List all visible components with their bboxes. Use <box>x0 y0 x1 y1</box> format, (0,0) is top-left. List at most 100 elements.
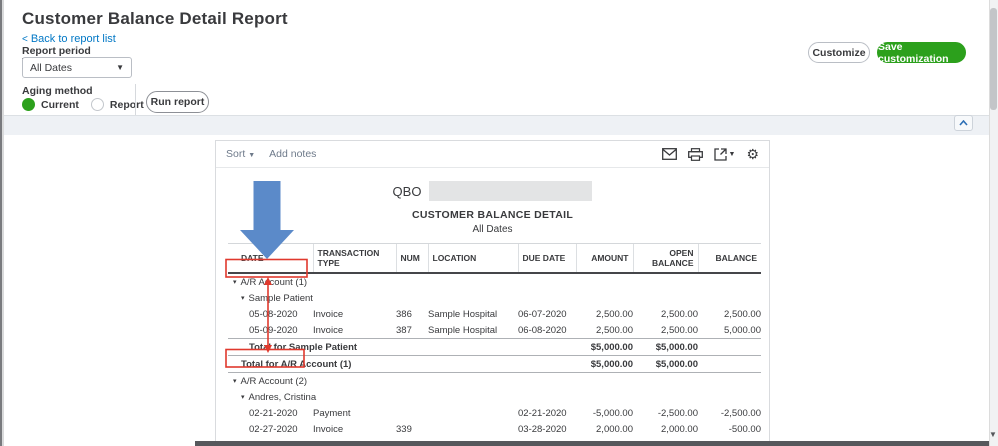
cell-due-date: 02-21-2020 <box>518 407 567 419</box>
cell-due-date: 03-28-2020 <box>518 423 567 435</box>
cell-open-balance: 2,500.00 <box>661 324 698 336</box>
cell-num <box>396 405 428 421</box>
chevron-down-icon: ▼ <box>728 150 736 158</box>
transaction-row[interactable]: 02-27-2020 Invoice 339 03-28-2020 2,000.00 2,… <box>228 421 761 437</box>
save-customization-button[interactable]: Save customization <box>877 41 966 65</box>
cell-date: 02-21-2020 <box>249 407 298 419</box>
company-prefix: QBO <box>392 183 422 199</box>
cell-due-date: 06-08-2020 <box>518 324 567 336</box>
group-row-a-r-account-1-[interactable]: ▾ A/R Account (1) <box>228 273 761 290</box>
collapse-caret-icon[interactable]: ▾ <box>233 378 237 385</box>
total-balance <box>698 355 761 373</box>
add-notes-link[interactable]: Add notes <box>269 148 316 160</box>
cell-location: Sample Hospital <box>428 308 498 320</box>
settings-gear-icon[interactable]: ⚙ <box>746 147 759 161</box>
bottom-scroll-strip <box>195 441 989 446</box>
chevron-down-icon: ▼ <box>116 63 124 72</box>
transaction-row[interactable]: 05-09-2020 Invoice 387 Sample Hospital 06-08… <box>228 322 761 339</box>
cell-balance: 2,500.00 <box>724 308 761 320</box>
report-table: DATE TRANSACTION TYPE NUM LOCATION DUE D… <box>228 243 761 446</box>
collapse-caret-icon[interactable]: ▾ <box>241 295 245 302</box>
collapse-panel-button[interactable] <box>954 115 973 131</box>
cell-location: Sample Hospital <box>428 324 498 336</box>
col-transaction-type: TRANSACTION TYPE <box>312 243 396 274</box>
export-icon[interactable]: ▼ <box>713 147 736 161</box>
customer-row-andres-cristina[interactable]: ▾ Andres, Cristina <box>228 389 761 405</box>
cell-location <box>428 405 518 421</box>
report-period-select[interactable]: All Dates ▼ <box>22 57 132 78</box>
transaction-row[interactable]: 05-08-2020 Invoice 386 Sample Hospital 06-07… <box>228 306 761 322</box>
cell-open-balance: 2,000.00 <box>661 423 698 435</box>
cell-due-date: 06-07-2020 <box>518 308 567 320</box>
radio-current[interactable] <box>22 98 35 111</box>
col-date: DATE <box>228 243 313 274</box>
cell-open-balance: -2,500.00 <box>657 407 698 419</box>
report-header: QBO CUSTOMER BALANCE DETAIL All Dates <box>216 181 769 235</box>
divider <box>135 84 136 118</box>
cell-transaction-type: Invoice <box>313 308 344 320</box>
report-subtitle: All Dates <box>472 224 513 235</box>
cell-amount: 2,000.00 <box>596 423 633 435</box>
col-balance: BALANCE <box>697 243 761 274</box>
cell-date: 05-09-2020 <box>249 324 298 336</box>
cell-num: 339 <box>396 423 412 435</box>
aging-method-label: Aging method <box>22 85 93 97</box>
cell-open-balance: 2,500.00 <box>661 308 698 320</box>
back-link-label: Back to report list <box>30 33 116 45</box>
cell-transaction-type: Invoice <box>313 423 344 435</box>
cell-balance: -2,500.00 <box>720 407 761 419</box>
cell-amount: 2,500.00 <box>596 308 633 320</box>
col-num: NUM <box>395 243 428 274</box>
print-icon[interactable] <box>687 147 703 161</box>
collapse-strip <box>4 115 989 135</box>
report-card: Sort ▼ Add notes ▼ ⚙ QBO CUSTOMER BALANC… <box>215 140 770 446</box>
vertical-scrollbar[interactable]: ▼ <box>989 0 998 446</box>
report-title: CUSTOMER BALANCE DETAIL <box>411 209 574 221</box>
cell-transaction-type: Invoice <box>313 324 344 336</box>
col-location: LOCATION <box>427 243 518 274</box>
cell-date: 02-27-2020 <box>249 423 298 435</box>
chevron-up-icon <box>959 120 968 126</box>
total-amount: $5,000.00 <box>576 355 633 373</box>
collapse-caret-icon[interactable]: ▾ <box>233 279 237 286</box>
row-label: A/R Account (1) <box>240 276 308 288</box>
row-label: Sample Patient <box>248 292 313 304</box>
sort-dropdown[interactable]: Sort ▼ <box>226 148 255 160</box>
window-edge-inner <box>2 0 4 446</box>
email-icon[interactable] <box>661 148 677 160</box>
cell-amount: 2,500.00 <box>596 324 633 336</box>
back-to-report-list-link[interactable]: < Back to report list <box>22 33 116 45</box>
total-row: Total for A/R Account (1) $5,000.00 $5,000… <box>228 355 761 373</box>
customer-row-sample-patient[interactable]: ▾ Sample Patient <box>228 290 761 306</box>
row-label: A/R Account (2) <box>240 375 308 387</box>
scrollbar-down-arrow[interactable]: ▼ <box>989 430 997 440</box>
total-label: Total for A/R Account (1) <box>228 355 576 373</box>
cell-amount: -5,000.00 <box>592 407 633 419</box>
report-toolbar: Sort ▼ Add notes ▼ ⚙ <box>216 141 769 168</box>
cell-num: 386 <box>396 308 412 320</box>
total-open-balance: $5,000.00 <box>633 338 698 356</box>
group-row-a-r-account-2-[interactable]: ▾ A/R Account (2) <box>228 373 761 390</box>
page-title: Customer Balance Detail Report <box>22 9 288 28</box>
radio-current-label[interactable]: Current <box>41 99 79 111</box>
company-name-redaction-box <box>429 181 593 201</box>
toolbar-icons: ▼ ⚙ <box>661 147 759 161</box>
collapse-caret-icon[interactable]: ▾ <box>241 394 245 401</box>
chevron-down-icon: ▼ <box>248 152 256 159</box>
cell-balance: 5,000.00 <box>724 324 761 336</box>
run-report-button[interactable]: Run report <box>146 91 209 113</box>
customize-button[interactable]: Customize <box>808 42 870 63</box>
cell-num: 387 <box>396 324 412 336</box>
total-amount: $5,000.00 <box>576 338 633 356</box>
cell-date: 05-08-2020 <box>249 308 298 320</box>
back-chevron-icon: < <box>22 34 28 45</box>
cell-transaction-type: Payment <box>313 407 351 419</box>
col-due-date: DUE DATE <box>517 243 576 274</box>
total-label: Total for Sample Patient <box>228 338 576 356</box>
transaction-row[interactable]: 02-21-2020 Payment 02-21-2020 -5,000.00 -2,5… <box>228 405 761 421</box>
scrollbar-thumb[interactable] <box>990 8 997 110</box>
row-label: Andres, Cristina <box>248 391 317 403</box>
col-open-balance: OPEN BALANCE <box>632 243 698 274</box>
cell-balance: -500.00 <box>728 423 761 435</box>
radio-report-date[interactable] <box>90 98 104 111</box>
